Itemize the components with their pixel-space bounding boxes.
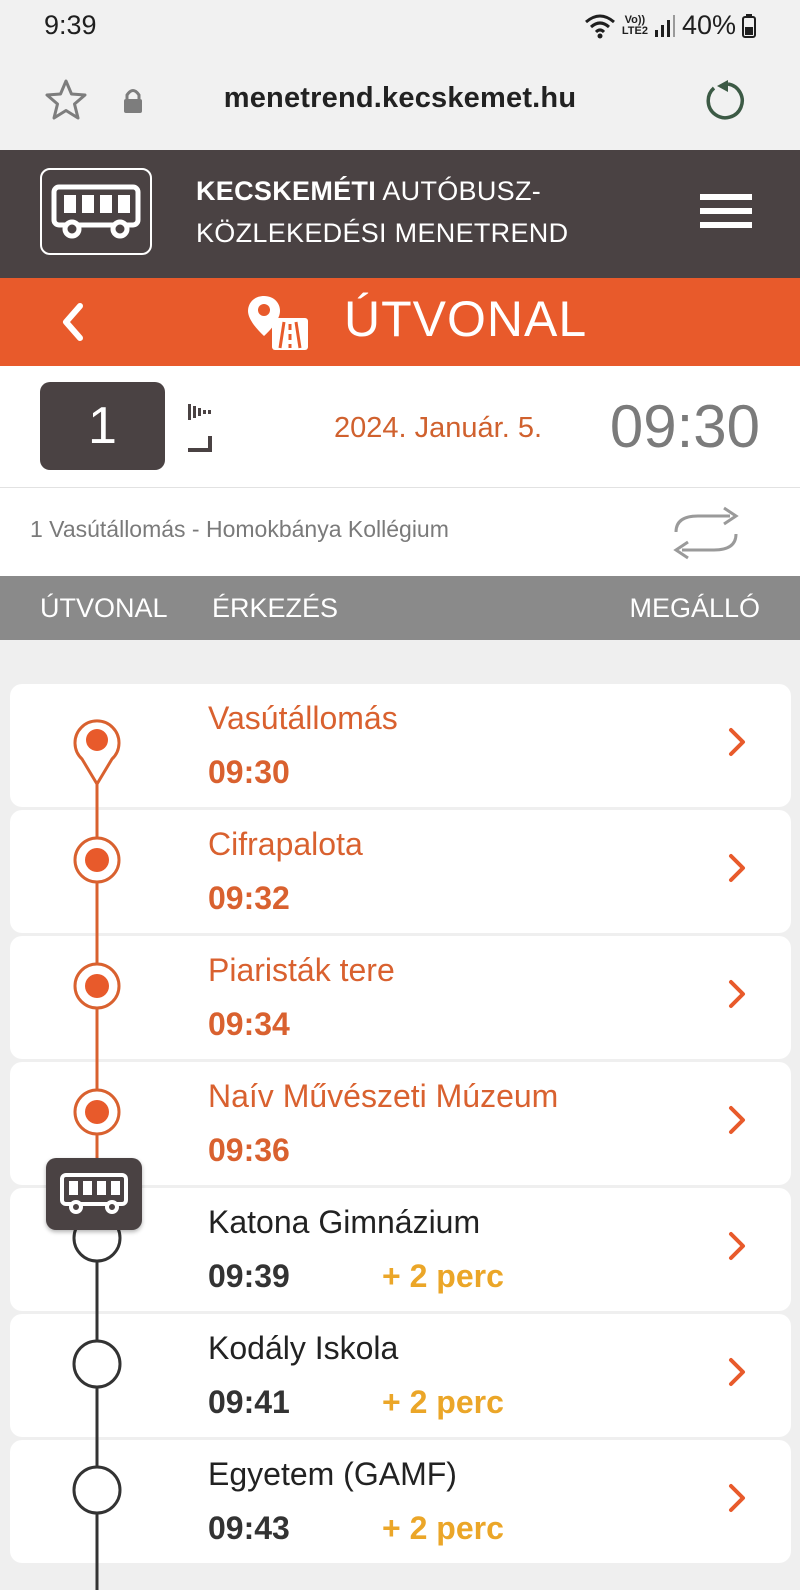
menu-icon-bar — [700, 208, 752, 214]
route-map-icon — [248, 296, 308, 350]
swap-direction-icon[interactable] — [668, 506, 744, 560]
stop-name: Kodály Iskola — [208, 1330, 399, 1366]
column-stop: MEGÁLLÓ — [629, 593, 760, 623]
stop-name: Egyetem (GAMF) — [208, 1456, 457, 1492]
chevron-right-icon — [729, 1358, 745, 1386]
terminus-icon — [188, 404, 212, 452]
signal-icon — [654, 14, 675, 37]
stop-name: Vasútállomás — [208, 700, 398, 736]
reload-icon[interactable] — [704, 78, 746, 122]
line-info: 1 2024. Január. 5. 09:30 — [0, 366, 800, 488]
current-bus-position — [46, 1158, 142, 1230]
chevron-right-icon — [729, 1232, 745, 1260]
stop-time: 09:41 — [208, 1384, 290, 1420]
stop-name: Katona Gimnázium — [208, 1204, 481, 1240]
column-arrival: ÉRKEZÉS — [212, 593, 339, 623]
stop-name: Piaristák tere — [208, 952, 395, 988]
bus-logo[interactable] — [40, 168, 152, 255]
bookmark-star-icon[interactable] — [44, 78, 88, 122]
stop-delay: + 2 perc — [382, 1258, 504, 1294]
wifi-icon — [584, 14, 615, 38]
browser-url-bar: menetrend.kecskemet.hu — [0, 52, 800, 150]
stop-time: 09:43 — [208, 1510, 290, 1546]
passed-stop-marker-icon — [73, 962, 121, 1010]
passed-stop-marker-icon — [73, 836, 121, 884]
future-stop-marker-icon — [72, 1465, 122, 1515]
route-name: 1 Vasútállomás - Homokbánya Kollégium — [30, 516, 449, 542]
stop-delay: + 2 perc — [382, 1384, 504, 1420]
start-stop-pin-icon — [73, 719, 121, 786]
stop-time: 09:36 — [208, 1132, 290, 1168]
stop-name: Naív Művészeti Múzeum — [208, 1078, 559, 1114]
back-chevron-icon[interactable] — [58, 300, 86, 344]
section-title: ÚTVONAL — [344, 291, 588, 347]
chevron-right-icon — [729, 980, 745, 1008]
stop-delay: + 2 perc — [382, 1510, 504, 1546]
chevron-right-icon — [729, 854, 745, 882]
chevron-right-icon — [729, 1484, 745, 1512]
line-number-badge[interactable]: 1 — [40, 382, 165, 470]
status-time: 9:39 — [44, 10, 97, 40]
status-bar: 9:39 Vo)) LTE2 40% — [0, 0, 800, 52]
menu-icon-bar — [700, 222, 752, 228]
menu-icon-bar — [700, 194, 752, 200]
stop-name: Cifrapalota — [208, 826, 363, 862]
section-header: ÚTVONAL — [0, 278, 800, 366]
stop-time: 09:30 — [208, 754, 290, 790]
column-header-bar: ÚTVONAL ÉRKEZÉS MEGÁLLÓ — [0, 576, 800, 640]
passed-stop-marker-icon — [73, 1088, 121, 1136]
bus-icon — [51, 184, 141, 238]
battery-percent: 40% — [681, 10, 736, 40]
url-address[interactable]: menetrend.kecskemet.hu — [180, 82, 620, 115]
site-title: KECSKEMÉTI AUTÓBUSZ- KÖZLEKEDÉSI MENETRE… — [196, 176, 569, 248]
stop-time: 09:32 — [208, 880, 290, 916]
route-timeline — [72, 719, 122, 1590]
network-type: Vo)) LTE2 — [621, 13, 648, 37]
menu-button[interactable] — [700, 194, 752, 230]
column-route: ÚTVONAL — [40, 593, 168, 623]
chevron-right-icon — [729, 728, 745, 756]
battery-icon — [742, 13, 756, 38]
site-header: KECSKEMÉTI AUTÓBUSZ- KÖZLEKEDÉSI MENETRE… — [0, 150, 800, 278]
route-name-row: 1 Vasútállomás - Homokbánya Kollégium — [0, 488, 800, 576]
lock-icon[interactable] — [122, 88, 144, 114]
departure-date[interactable]: 2024. Január. 5. — [334, 412, 542, 445]
stop-time: 09:39 — [208, 1258, 290, 1294]
departure-time[interactable]: 09:30 — [610, 392, 760, 461]
future-stop-marker-icon — [72, 1339, 122, 1389]
chevron-right-icon — [729, 1106, 745, 1134]
stop-time: 09:34 — [208, 1006, 290, 1042]
status-icons: Vo)) LTE2 40% — [584, 10, 756, 41]
bus-icon — [60, 1173, 128, 1214]
stop-list: Vasútállomás 09:30 Cifrapalota 09:32 Pia… — [0, 684, 800, 1590]
